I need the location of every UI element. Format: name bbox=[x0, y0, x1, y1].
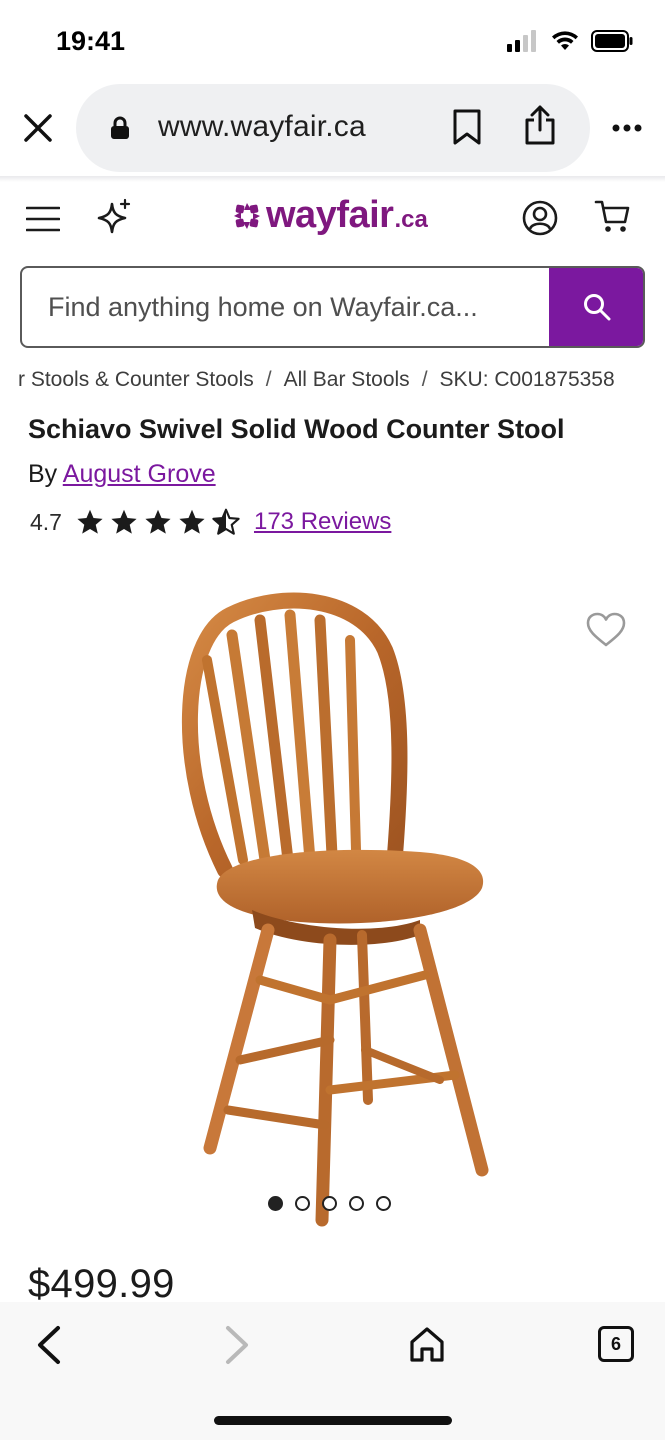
product-price: $499.99 bbox=[28, 1262, 175, 1306]
gallery-dot[interactable] bbox=[322, 1196, 337, 1211]
star-full-icon bbox=[111, 509, 137, 534]
gallery-dot[interactable] bbox=[295, 1196, 310, 1211]
more-icon[interactable] bbox=[612, 124, 642, 132]
sparkle-icon[interactable] bbox=[96, 198, 132, 238]
star-half-icon bbox=[212, 508, 240, 535]
home-icon[interactable] bbox=[408, 1324, 446, 1364]
status-icons bbox=[507, 30, 633, 52]
search-input[interactable] bbox=[22, 268, 552, 346]
star-rating bbox=[76, 508, 240, 536]
star-full-icon bbox=[179, 509, 205, 534]
battery-icon bbox=[591, 30, 633, 52]
star-full-icon bbox=[77, 509, 103, 534]
by-label: By bbox=[28, 460, 58, 488]
browser-bottom-bar: 6 bbox=[0, 1302, 665, 1440]
search-bar bbox=[20, 266, 645, 348]
address-bar[interactable]: www.wayfair.ca bbox=[76, 84, 590, 172]
tabs-button[interactable]: 6 bbox=[598, 1326, 634, 1362]
close-icon[interactable] bbox=[20, 110, 56, 146]
breadcrumb-separator: / bbox=[421, 368, 428, 391]
rating-value: 4.7 bbox=[30, 508, 62, 535]
favorite-heart-icon[interactable] bbox=[586, 612, 626, 648]
product-title: Schiavo Swivel Solid Wood Counter Stool bbox=[28, 414, 565, 444]
status-bar: 19:41 bbox=[0, 0, 665, 84]
logo-tld: .ca bbox=[394, 206, 428, 233]
home-indicator bbox=[214, 1416, 452, 1425]
search-icon bbox=[584, 294, 611, 321]
share-icon[interactable] bbox=[524, 104, 556, 146]
status-time: 19:41 bbox=[56, 26, 126, 56]
tab-count: 6 bbox=[610, 1333, 621, 1354]
site-header: wayfair .ca bbox=[0, 186, 665, 250]
rating-row: 4.7 173 Reviews bbox=[30, 508, 391, 536]
gallery-dot[interactable] bbox=[376, 1196, 391, 1211]
breadcrumb: r Stools & Counter Stools / All Bar Stoo… bbox=[18, 368, 658, 392]
wayfair-logo[interactable]: wayfair .ca bbox=[232, 194, 428, 237]
search-button[interactable] bbox=[549, 268, 643, 346]
account-icon[interactable] bbox=[522, 200, 558, 236]
wifi-icon bbox=[552, 31, 578, 50]
bookmark-icon[interactable] bbox=[452, 108, 482, 146]
reviews-link[interactable]: 173 Reviews bbox=[254, 508, 391, 536]
lock-icon bbox=[111, 116, 129, 139]
bar-divider bbox=[0, 176, 665, 182]
product-image[interactable] bbox=[0, 570, 665, 1230]
brand-line: By August Grove bbox=[28, 460, 216, 489]
browser-bar: www.wayfair.ca bbox=[0, 84, 665, 178]
breadcrumb-item-all-bar-stools[interactable]: All Bar Stools bbox=[284, 368, 410, 392]
breadcrumb-item-category[interactable]: r Stools & Counter Stools bbox=[18, 368, 254, 392]
logo-mark-icon bbox=[234, 203, 260, 229]
gallery-dot[interactable] bbox=[268, 1196, 283, 1211]
back-icon[interactable] bbox=[34, 1324, 64, 1366]
forward-icon[interactable] bbox=[222, 1324, 252, 1366]
breadcrumb-separator: / bbox=[265, 368, 272, 391]
url-text: www.wayfair.ca bbox=[158, 110, 366, 143]
brand-link[interactable]: August Grove bbox=[63, 460, 216, 488]
gallery-dot[interactable] bbox=[349, 1196, 364, 1211]
menu-icon[interactable] bbox=[26, 206, 60, 232]
breadcrumb-item-sku: SKU: C001875358 bbox=[439, 368, 615, 391]
cart-icon[interactable] bbox=[594, 198, 632, 236]
logo-word: wayfair bbox=[266, 194, 394, 236]
signal-icon bbox=[507, 30, 536, 52]
gallery-pagination bbox=[268, 1196, 391, 1211]
star-full-icon bbox=[145, 509, 171, 534]
